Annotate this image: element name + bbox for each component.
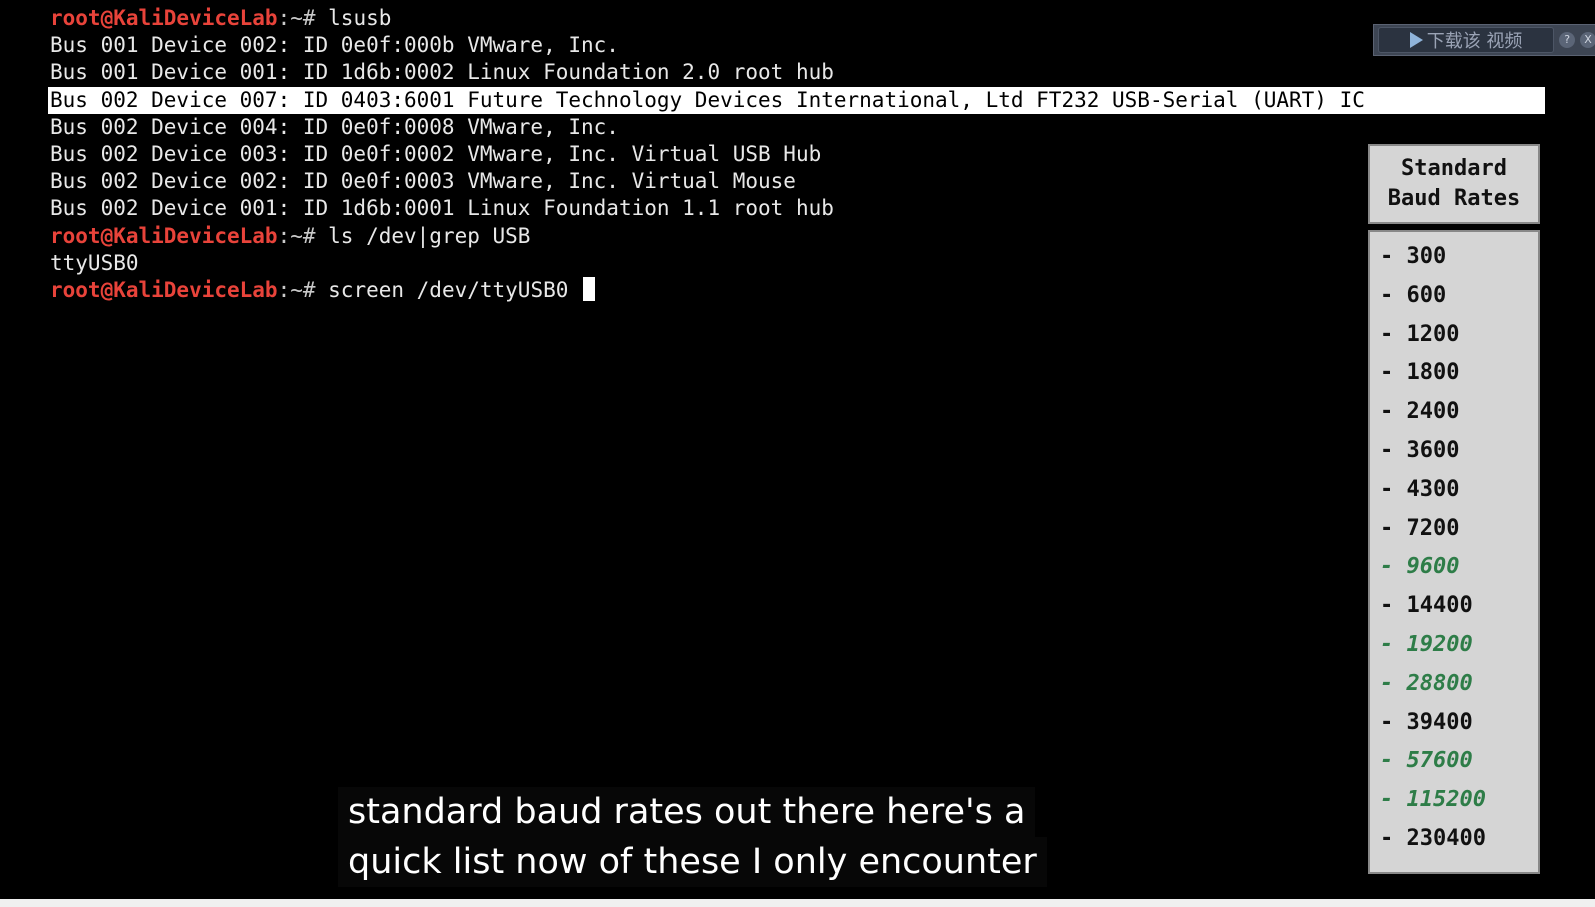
baud-rate-item: - 115200 xyxy=(1380,787,1486,813)
prompt-user: root@KaliDeviceLab xyxy=(50,6,278,30)
baud-rate-item: - 14400 xyxy=(1380,593,1473,619)
prompt-path: :~# xyxy=(277,277,329,302)
close-icon[interactable]: X xyxy=(1580,32,1595,48)
baud-rate-item: - 600 xyxy=(1380,282,1447,308)
prompt-user: root@KaliDeviceLab xyxy=(50,277,278,302)
baud-rates-title: Standard Baud Rates xyxy=(1368,144,1540,224)
baud-rate-item: - 300 xyxy=(1380,244,1447,269)
output-text: Bus 001 Device 001: ID 1d6b:0002 Linux F… xyxy=(50,60,834,85)
baud-rates-list: - 300 - 600 - 1200 - 1800 - 2400 - 3600 - 4300… xyxy=(1368,230,1540,874)
output-text: ttyUSB0 xyxy=(50,250,139,275)
download-video-button[interactable]: 下载该 视频 xyxy=(1378,27,1555,53)
terminal-command-line: root@KaliDeviceLab:~# screen /dev/ttyUSB… xyxy=(50,276,1545,304)
terminal-command-line: root@KaliDeviceLab:~# lsusb xyxy=(50,5,1545,32)
baud-rate-item: - 1800 xyxy=(1380,360,1460,386)
caption-line-2: quick list now of these I only encounter xyxy=(338,837,1047,887)
baud-rate-item: - 7200 xyxy=(1380,515,1460,541)
terminal-output-line: ttyUSB0 xyxy=(50,250,1545,277)
terminal-output[interactable]: root@KaliDeviceLab:~# lsusb Bus 001 Devic… xyxy=(48,5,1545,304)
download-video-label: 下载该 视频 xyxy=(1426,31,1523,52)
video-frame: root@KaliDeviceLab:~# lsusb Bus 001 Devic… xyxy=(0,0,1595,907)
output-text: Bus 002 Device 004: ID 0e0f:0008 VMware,… xyxy=(50,114,619,139)
command-text: lsusb xyxy=(328,6,392,30)
baud-rate-item: - 1200 xyxy=(1380,321,1460,347)
baud-rate-item: - 4300 xyxy=(1380,476,1460,502)
baud-rate-item: - 19200 xyxy=(1380,632,1473,657)
command-text: ls /dev|grep USB xyxy=(328,223,531,248)
download-toolbar: 下载该 视频 ? X xyxy=(1373,24,1595,56)
baud-title-line1: Standard xyxy=(1401,156,1507,181)
terminal-cursor xyxy=(583,276,596,301)
baud-title-line2: Baud Rates xyxy=(1387,186,1521,211)
command-text: screen /dev/ttyUSB0 xyxy=(328,277,582,302)
baud-rate-item: - 3600 xyxy=(1380,438,1460,463)
baud-rate-item: - 9600 xyxy=(1380,554,1460,580)
baud-rate-item: - 28800 xyxy=(1380,670,1473,696)
terminal-output-line: Bus 002 Device 002: ID 0e0f:0003 VMware,… xyxy=(50,168,1545,195)
prompt-path: :~# xyxy=(277,223,329,248)
terminal-output-line: Bus 001 Device 001: ID 1d6b:0002 Linux F… xyxy=(50,59,1545,86)
output-text: Bus 001 Device 002: ID 0e0f:000b VMware,… xyxy=(50,33,619,58)
play-icon xyxy=(1409,32,1423,48)
caption-line-1: standard baud rates out there here's a xyxy=(338,787,1036,837)
output-text: Bus 002 Device 003: ID 0e0f:0002 VMware,… xyxy=(50,141,822,166)
terminal-output-line: Bus 002 Device 003: ID 0e0f:0002 VMware,… xyxy=(50,141,1545,168)
subtitle-caption: standard baud rates out there here's a q… xyxy=(338,787,1047,887)
output-text: Bus 002 Device 007: ID 0403:6001 Future … xyxy=(48,86,1545,114)
terminal-output-line: Bus 002 Device 004: ID 0e0f:0008 VMware,… xyxy=(50,114,1545,141)
terminal-output-line: Bus 002 Device 001: ID 1d6b:0001 Linux F… xyxy=(50,195,1545,222)
terminal-command-line: root@KaliDeviceLab:~# ls /dev|grep USB xyxy=(50,223,1545,250)
output-text: Bus 002 Device 002: ID 0e0f:0003 VMware,… xyxy=(50,169,796,194)
baud-rate-item: - 57600 xyxy=(1380,748,1473,774)
prompt-path: :~# xyxy=(277,6,329,30)
bottom-border xyxy=(0,899,1595,907)
baud-rates-panel: Standard Baud Rates - 300 - 600 - 1200 - 18… xyxy=(1368,144,1540,874)
output-text: Bus 002 Device 001: ID 1d6b:0001 Linux F… xyxy=(50,196,834,221)
prompt-user: root@KaliDeviceLab xyxy=(50,223,278,248)
baud-rate-item: - 39400 xyxy=(1380,709,1473,735)
baud-rate-item: - 230400 xyxy=(1380,826,1486,851)
help-icon[interactable]: ? xyxy=(1559,32,1576,48)
terminal-output-line: Bus 001 Device 002: ID 0e0f:000b VMware,… xyxy=(50,32,1545,59)
baud-rate-item: - 2400 xyxy=(1380,399,1460,425)
terminal-output-line-highlighted: Bus 002 Device 007: ID 0403:6001 Future … xyxy=(48,86,1545,114)
